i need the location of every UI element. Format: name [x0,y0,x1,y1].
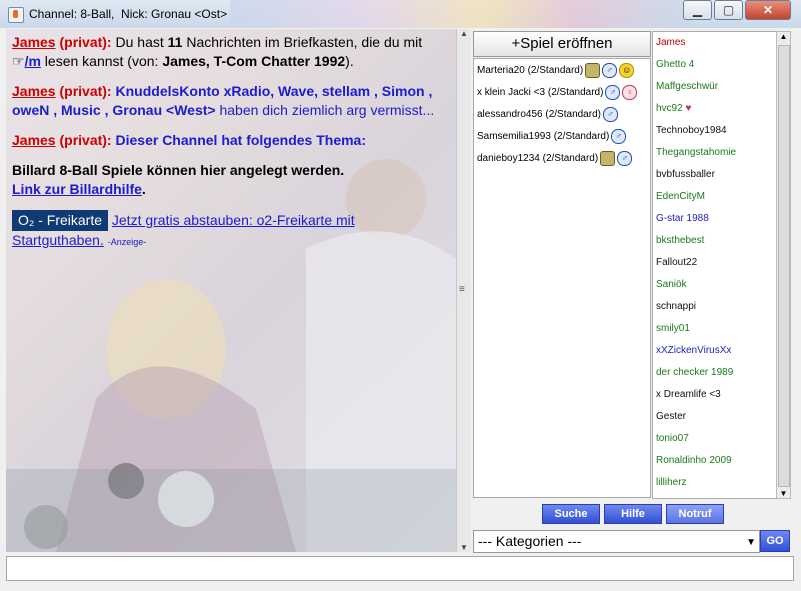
mailbox-command-link[interactable]: /m [25,53,41,69]
user-item[interactable]: bksthebest [653,230,777,252]
user-item[interactable]: Saniök [653,274,777,296]
game-label: Marteria20 (2/Standard) [477,64,584,76]
user-item[interactable]: Thegangstahomie [653,142,777,164]
male-icon: ♂ [602,106,618,122]
message-text: Nachrichten im Briefkasten, die du mit [182,34,423,50]
game-row[interactable]: danieboy1234 (2/Standard) ♂ [474,147,650,169]
help-link-punctuation: . [141,181,146,197]
chevron-down-icon[interactable]: ▼ [746,532,756,553]
channel-topic: Billard 8-Ball Spiele können hier angele… [12,161,442,199]
message-sender[interactable]: James [12,83,56,99]
scroll-up-arrow-icon[interactable]: ▲ [457,29,471,38]
user-item[interactable]: Technoboy1984 [653,120,777,142]
user-item[interactable]: xXZickenVirusXx [653,340,777,362]
scroll-down-arrow-icon[interactable]: ▼ [777,489,790,498]
user-item[interactable]: Ronaldinho 2009 [653,450,777,472]
search-button[interactable]: Suche [542,504,600,524]
lips-icon: ♥ [685,103,692,114]
splitter-grip-icon[interactable]: ≡ [459,284,465,295]
user-item[interactable]: schnappi [653,296,777,318]
game-label: x klein Jacki <3 (2/Standard) [477,86,604,98]
chat-messages: James (privat): Du hast 11 Nachrichten i… [6,29,448,267]
smiley-icon: ☺ [619,62,635,78]
message-text: haben dich ziemlich arg vermisst... [215,102,435,118]
scroll-up-arrow-icon[interactable]: ▲ [777,32,790,41]
message-sender[interactable]: James [12,132,56,148]
male-icon: ♂ [611,128,627,144]
game-row[interactable]: Samsemilia1993 (2/Standard) ♂ [474,125,650,147]
category-dropdown[interactable]: --- Kategorien --- ▼ [473,530,760,553]
chat-message: James (privat): KnuddelsKonto xRadio, Wa… [12,82,442,120]
title-bar-decoration [230,0,690,28]
go-button[interactable]: GO [760,530,790,552]
user-item[interactable]: der checker 1989 [653,362,777,384]
scrollbar-thumb[interactable] [778,45,790,487]
maximize-button[interactable]: ▢ [714,0,743,20]
minimize-button[interactable]: ▁ [683,0,712,20]
message-text: Du hast [111,34,168,50]
game-row[interactable]: alessandro456 (2/Standard) ♂ [474,103,650,125]
lock-icon [585,62,601,78]
user-item[interactable]: bvbfussballer [653,164,777,186]
message-text: ). [345,53,354,69]
user-item[interactable]: EdenCityM [653,186,777,208]
chat-splitter-scrollbar[interactable]: ▲ ≡ ▼ [456,29,471,552]
user-item[interactable]: James [653,32,777,54]
user-list: James Ghetto 4 Maffgeschwür hvc92 ♥ Tech… [652,31,778,499]
o2-logo[interactable]: O₂ - Freikarte [12,210,108,231]
topic-text: Billard 8-Ball Spiele können hier angele… [12,162,345,178]
chat-pane[interactable]: James (privat): Du hast 11 Nachrichten i… [6,29,456,552]
game-row[interactable]: x klein Jacki <3 (2/Standard) ♂ ♀ [474,81,650,103]
female-icon: ♀ [622,84,638,100]
game-label: danieboy1234 (2/Standard) [477,152,599,164]
open-game-button[interactable]: +Spiel eröffnen [473,31,651,57]
message-from: James, T-Com Chatter 1992 [162,53,346,69]
java-app-icon [8,7,24,23]
user-item[interactable]: x Dreamlife <3 [653,384,777,406]
title-bar: Channel: 8-Ball, Nick: Gronau <Ost> ▁ ▢ … [0,0,801,28]
chat-input[interactable] [6,556,794,581]
ad-label: -Anzeige- [107,237,147,247]
game-label: alessandro456 (2/Standard) [477,108,601,120]
pointing-hand-icon: ☞ [12,53,25,69]
user-list-scrollbar[interactable]: ▲ ▼ [776,31,791,499]
user-item[interactable]: tonio07 [653,428,777,450]
user-item[interactable]: Fallout22 [653,252,777,274]
action-buttons: Suche Hilfe Notruf [542,504,728,524]
chat-message: James (privat): Du hast 11 Nachrichten i… [12,33,442,71]
game-list: Marteria20 (2/Standard) ♂ ☺ x klein Jacki … [473,58,651,498]
message-count: 11 [167,34,183,50]
advertisement: O₂ - Freikarte Jetzt gratis abstauben: o… [12,210,442,252]
user-item[interactable]: smily01 [653,318,777,340]
private-tag: (privat): [59,34,112,50]
billiard-help-link[interactable]: Link zur Billardhilfe [12,181,142,197]
emergency-button[interactable]: Notruf [666,504,724,524]
user-item[interactable]: Ghetto 4 [653,54,777,76]
message-text: Dieser Channel hat folgendes Thema: [111,132,366,148]
male-icon: ♂ [605,84,621,100]
game-label: Samsemilia1993 (2/Standard) [477,130,610,142]
user-item[interactable]: Gester [653,406,777,428]
user-item[interactable]: Maffgeschwür [653,76,777,98]
chat-message: James (privat): Dieser Channel hat folge… [12,131,442,150]
game-row[interactable]: Marteria20 (2/Standard) ♂ ☺ [474,59,650,81]
lock-icon [600,150,616,166]
help-button[interactable]: Hilfe [604,504,662,524]
male-icon: ♂ [602,62,618,78]
private-tag: (privat): [59,83,112,99]
window-controls: ▁ ▢ ✕ [681,0,791,20]
close-button[interactable]: ✕ [745,0,791,20]
category-selected: --- Kategorien --- [478,533,582,549]
private-tag: (privat): [59,132,112,148]
window-title: Channel: 8-Ball, Nick: Gronau <Ost> [29,7,228,21]
user-name: hvc92 [656,103,683,114]
scroll-down-arrow-icon[interactable]: ▼ [457,543,471,552]
user-item[interactable]: lilliherz [653,472,777,494]
user-item[interactable]: G-star 1988 [653,208,777,230]
user-item[interactable]: hvc92 ♥ [653,98,777,120]
message-sender[interactable]: James [12,34,56,50]
male-icon: ♂ [617,150,633,166]
message-text: lesen kannst (von: [40,53,163,69]
